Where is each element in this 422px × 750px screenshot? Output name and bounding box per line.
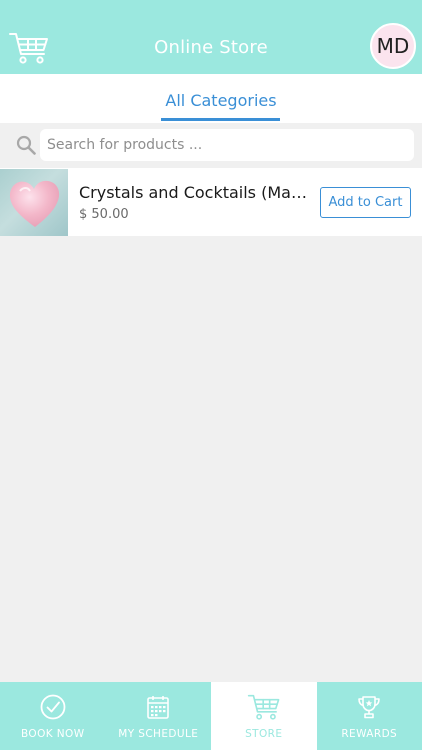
page-title: Online Store xyxy=(154,37,268,58)
nav-label: BOOK NOW xyxy=(21,728,85,740)
tab-all-categories[interactable]: All Categories xyxy=(161,91,281,110)
nav-label: STORE xyxy=(245,728,283,740)
nav-item-store[interactable]: STORE xyxy=(211,682,317,750)
nav-item-book-now[interactable]: BOOK NOW xyxy=(0,682,106,750)
search-icon xyxy=(16,135,36,155)
tab-active-indicator xyxy=(161,118,280,121)
cart-icon xyxy=(247,694,280,720)
nav-item-my-schedule[interactable]: MY SCHEDULE xyxy=(106,682,212,750)
search-input[interactable] xyxy=(40,129,414,161)
product-list-item[interactable]: Crystals and Cocktails (Mar ... $ 50.00 … xyxy=(0,168,422,236)
category-tabs: All Categories xyxy=(0,74,422,123)
calendar-icon xyxy=(147,696,170,719)
nav-label: REWARDS xyxy=(341,728,398,740)
add-to-cart-button[interactable]: Add to Cart xyxy=(320,187,411,218)
checkmark-circle-icon xyxy=(40,694,66,720)
bottom-navigation: BOOK NOW MY SCHEDULE STORE REWARDS xyxy=(0,682,422,750)
avatar[interactable]: MD xyxy=(370,23,416,69)
trophy-icon xyxy=(358,696,381,719)
search-bar xyxy=(0,123,422,168)
product-name[interactable]: Crystals and Cocktails (Mar ... xyxy=(79,183,311,202)
product-image[interactable] xyxy=(0,169,68,236)
app-header: Online Store MD xyxy=(0,0,422,74)
nav-item-rewards[interactable]: REWARDS xyxy=(317,682,422,750)
nav-label: MY SCHEDULE xyxy=(118,728,199,740)
product-price: $ 50.00 xyxy=(79,207,129,222)
